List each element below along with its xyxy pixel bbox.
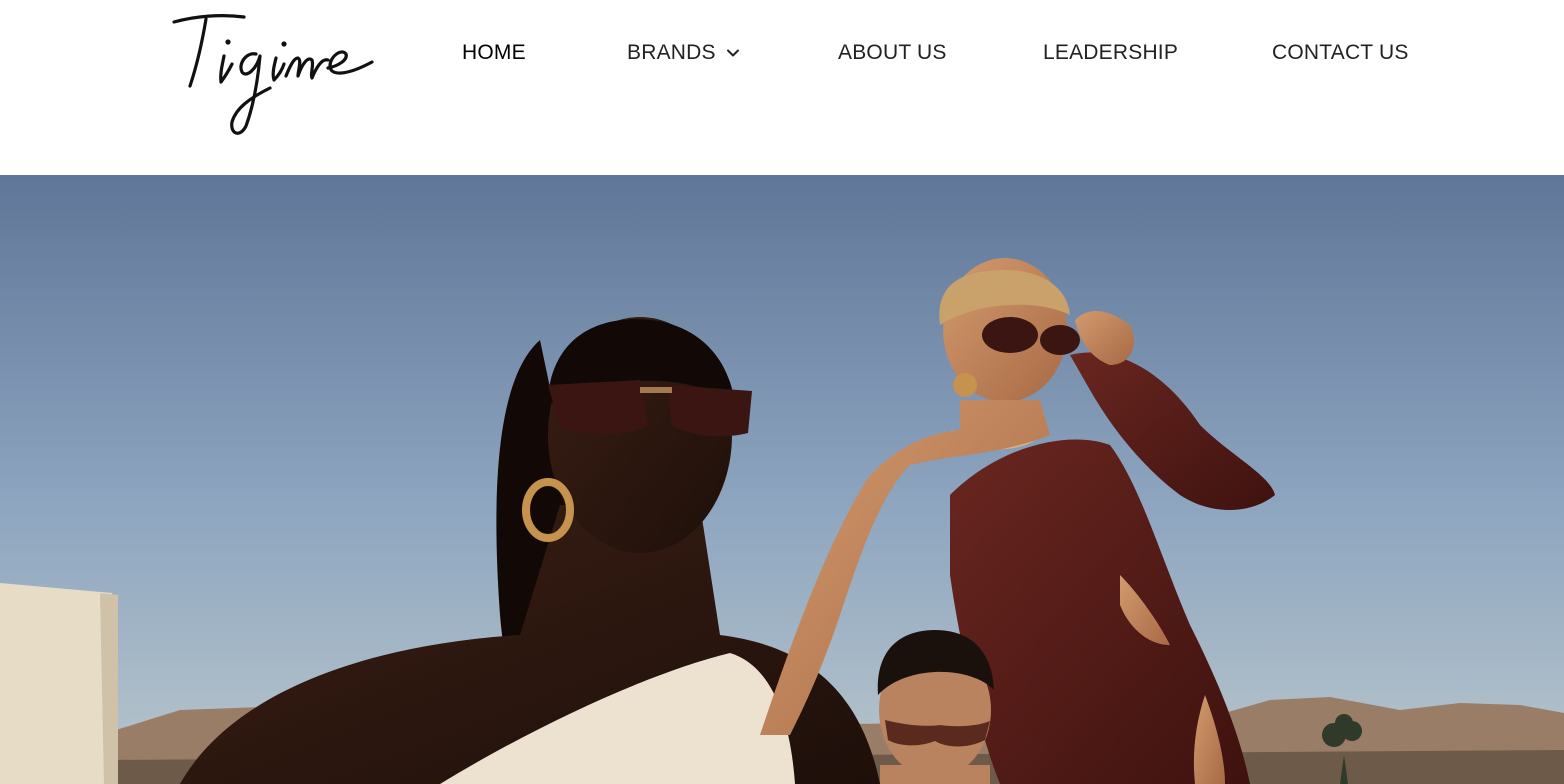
- hero-banner: [0, 175, 1564, 784]
- nav-contact-us[interactable]: CONTACT US: [1272, 38, 1409, 68]
- chevron-down-icon: [726, 46, 740, 60]
- hero-photo: [0, 175, 1564, 784]
- site-header: HOME BRANDS ABOUT US LEADERSHIP CONTACT …: [0, 0, 1564, 175]
- site-logo[interactable]: [166, 8, 378, 140]
- nav-brands-label: BRANDS: [627, 41, 716, 64]
- nav-home-label: HOME: [462, 41, 526, 64]
- nav-leadership-label: LEADERSHIP: [1043, 41, 1179, 64]
- nav-leadership[interactable]: LEADERSHIP: [1043, 38, 1178, 68]
- nav-home[interactable]: HOME: [462, 38, 526, 68]
- nav-contact-us-label: CONTACT US: [1272, 41, 1409, 64]
- nav-brands[interactable]: BRANDS: [627, 38, 740, 68]
- tigime-script-logo: [172, 14, 374, 135]
- nav-about-us-label: ABOUT US: [838, 41, 947, 64]
- nav-about-us[interactable]: ABOUT US: [838, 38, 947, 68]
